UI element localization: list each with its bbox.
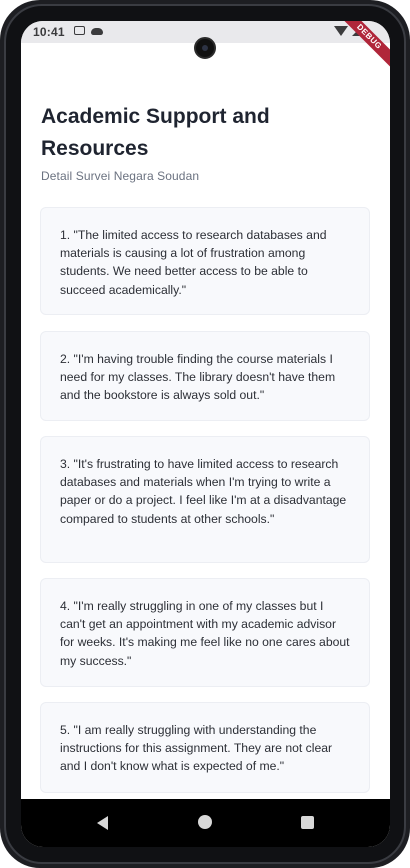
response-text: 4. "I'm really struggling in one of my c… <box>60 599 350 668</box>
front-camera <box>194 37 216 59</box>
response-card-5: 5. "I am really struggling with understa… <box>40 702 370 793</box>
response-text: 5. "I am really struggling with understa… <box>60 723 333 774</box>
response-text: 2. "I'm having trouble finding the cours… <box>60 352 336 403</box>
status-time: 10:41 <box>33 25 65 39</box>
response-card-1: 1. "The limited access to research datab… <box>40 207 370 315</box>
system-navigation-bar <box>21 799 390 847</box>
gallery-notification-icon <box>74 26 85 35</box>
page-content[interactable]: Academic Support and Resources Detail Su… <box>21 43 390 799</box>
page-subtitle: Detail Survei Negara Soudan <box>41 169 200 183</box>
app-screen: 10:41 DEBUG Academic Support and Resourc… <box>21 21 390 847</box>
response-text: 3. "It's frustrating to have limited acc… <box>60 457 347 526</box>
cloud-notification-icon <box>91 28 103 35</box>
back-icon[interactable] <box>97 816 108 830</box>
status-notification-icons <box>74 26 103 35</box>
page-title: Academic Support and Resources <box>41 105 270 160</box>
response-card-3: 3. "It's frustrating to have limited acc… <box>40 436 370 563</box>
recents-icon[interactable] <box>301 816 314 829</box>
home-icon[interactable] <box>198 815 212 829</box>
response-card-2: 2. "I'm having trouble finding the cours… <box>40 331 370 421</box>
response-card-4: 4. "I'm really struggling in one of my c… <box>40 578 370 687</box>
response-text: 1. "The limited access to research datab… <box>60 228 327 297</box>
wifi-icon <box>334 26 348 36</box>
phone-device: 10:41 DEBUG Academic Support and Resourc… <box>0 0 410 868</box>
